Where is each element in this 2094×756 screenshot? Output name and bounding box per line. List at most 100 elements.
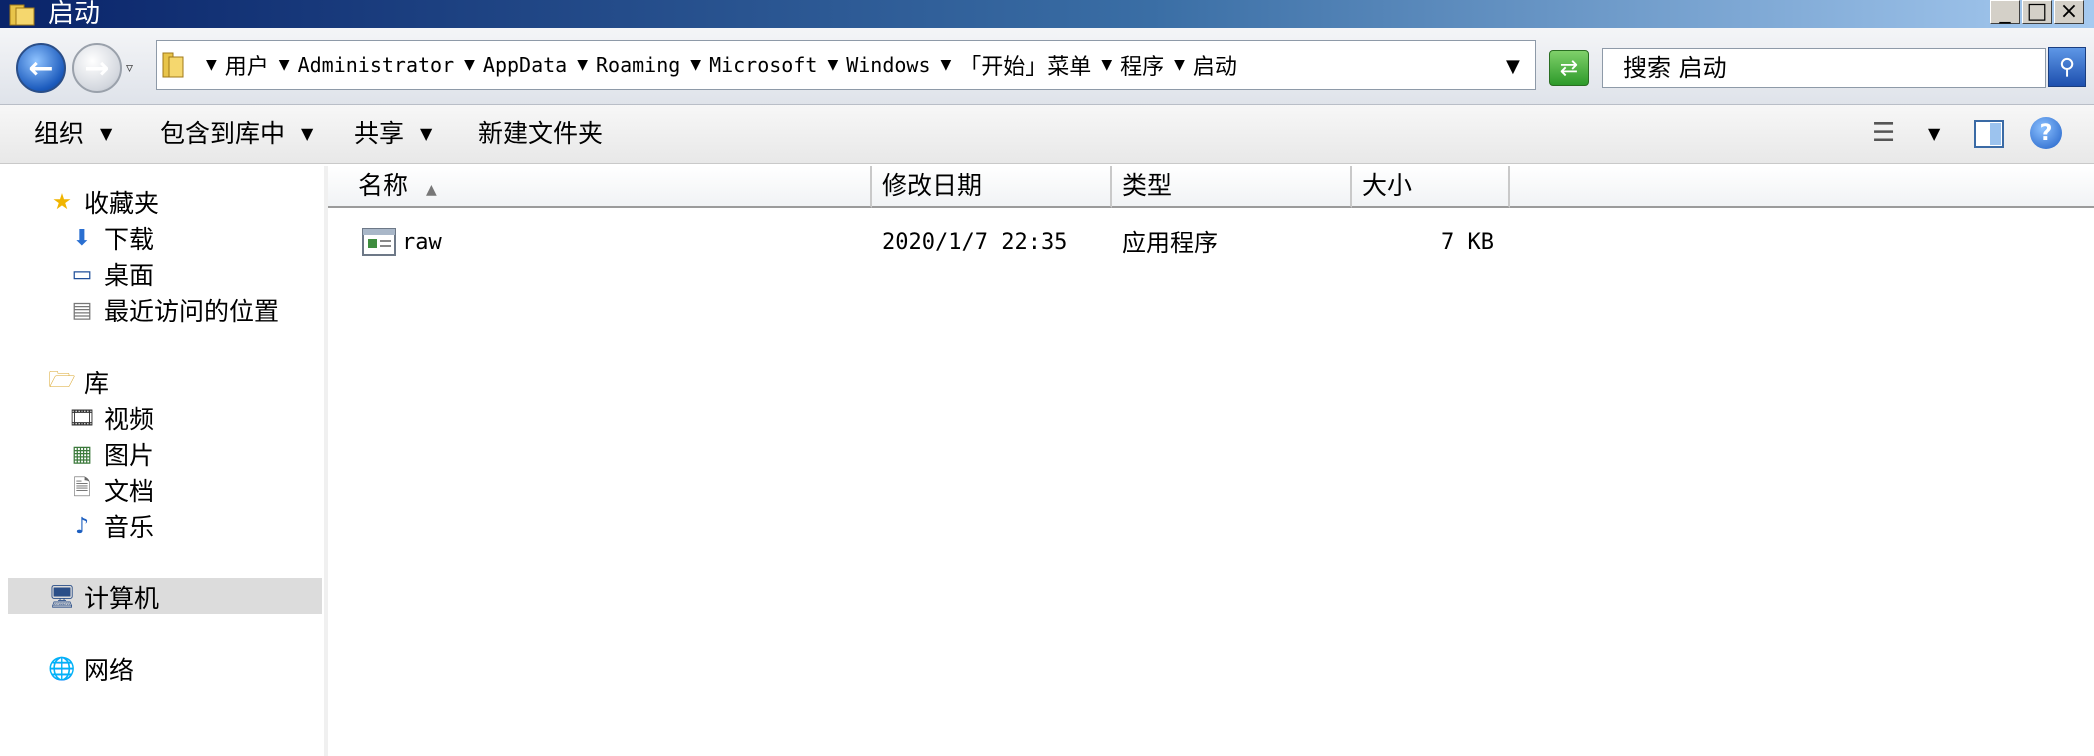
column-header-date[interactable]: 修改日期 bbox=[872, 166, 1112, 208]
nav-network[interactable]: 🌐 网络 bbox=[48, 652, 134, 686]
nav-libraries[interactable]: 🗁 库 bbox=[48, 365, 109, 399]
organize-label: 组织 bbox=[34, 119, 85, 148]
file-date: 2020/1/7 22:35 bbox=[882, 230, 1068, 255]
music-note-icon: ♪ bbox=[74, 513, 90, 539]
nav-network-label: 网络 bbox=[84, 656, 135, 685]
documents-icon: 🗎 bbox=[73, 476, 91, 501]
view-options-icon[interactable]: ☰ bbox=[1872, 118, 1895, 148]
nav-item-pictures[interactable]: ▦ 图片 bbox=[68, 437, 154, 471]
breadcrumb-separator[interactable]: ▼ bbox=[279, 57, 290, 73]
sort-ascending-icon: ▲ bbox=[425, 182, 437, 198]
breadcrumb-separator[interactable]: ▼ bbox=[941, 57, 952, 73]
folder-icon bbox=[162, 52, 184, 78]
breadcrumb-separator[interactable]: ▼ bbox=[827, 57, 838, 73]
nav-favorites-label: 收藏夹 bbox=[84, 189, 160, 218]
refresh-button[interactable]: ⇄ bbox=[1549, 50, 1589, 86]
recent-places-icon: ▤ bbox=[71, 297, 93, 323]
network-globe-icon: 🌐 bbox=[48, 656, 76, 682]
maximize-button[interactable]: □ bbox=[2022, 0, 2052, 24]
breadcrumb-item[interactable]: AppData bbox=[483, 53, 567, 77]
window-title: 启动 bbox=[48, 0, 101, 29]
library-folder-icon: 🗁 bbox=[48, 368, 76, 393]
column-header-type[interactable]: 类型 bbox=[1112, 166, 1352, 208]
pictures-icon: ▦ bbox=[71, 441, 93, 467]
share-label: 共享 bbox=[354, 119, 405, 148]
breadcrumb: ▼ 用户 ▼ Administrator ▼ AppData ▼ Roaming… bbox=[196, 48, 1237, 82]
help-icon: ? bbox=[2039, 120, 2053, 146]
command-bar bbox=[0, 105, 2094, 164]
breadcrumb-item[interactable]: 用户 bbox=[225, 49, 269, 81]
refresh-icon: ⇄ bbox=[1559, 55, 1579, 81]
column-header-name[interactable]: 名称 ▲ bbox=[328, 166, 872, 208]
nav-item-music[interactable]: ♪ 音乐 bbox=[68, 509, 154, 543]
nav-item-recent-places[interactable]: ▤ 最近访问的位置 bbox=[68, 293, 279, 327]
downloads-folder-icon: ⬇ bbox=[72, 225, 92, 251]
breadcrumb-separator[interactable]: ▼ bbox=[577, 57, 588, 73]
breadcrumb-item[interactable]: 程序 bbox=[1120, 49, 1164, 81]
breadcrumb-separator[interactable]: ▼ bbox=[1101, 57, 1112, 73]
file-type: 应用程序 bbox=[1122, 229, 1218, 257]
breadcrumb-separator[interactable]: ▼ bbox=[690, 57, 701, 73]
preview-pane-icon[interactable] bbox=[1974, 120, 2004, 148]
breadcrumb-item[interactable]: Windows bbox=[846, 53, 930, 77]
star-icon: ★ bbox=[52, 189, 72, 215]
column-header-size[interactable]: 大小 bbox=[1352, 166, 1510, 208]
nav-item-label: 下载 bbox=[104, 225, 155, 254]
breadcrumb-item[interactable]: Administrator bbox=[298, 53, 455, 77]
folder-icon bbox=[9, 4, 35, 26]
search-icon: ⚲ bbox=[2058, 54, 2076, 80]
help-button[interactable]: ? bbox=[2030, 117, 2062, 149]
title-bar bbox=[0, 0, 2094, 28]
breadcrumb-item[interactable]: 启动 bbox=[1193, 49, 1237, 81]
share-menu[interactable]: 共享 ▼ bbox=[354, 118, 432, 150]
chevron-down-icon: ▼ bbox=[420, 124, 433, 143]
include-in-library-label: 包含到库中 bbox=[160, 119, 286, 148]
nav-item-videos[interactable]: 🎞 视频 bbox=[68, 401, 154, 435]
nav-item-label: 视频 bbox=[104, 405, 155, 434]
breadcrumb-separator[interactable]: ▼ bbox=[464, 57, 475, 73]
nav-item-label: 最近访问的位置 bbox=[104, 297, 280, 326]
chevron-down-icon: ▼ bbox=[100, 124, 113, 143]
organize-menu[interactable]: 组织 ▼ bbox=[34, 118, 112, 150]
nav-item-label: 文档 bbox=[104, 477, 155, 506]
desktop-icon: ▭ bbox=[71, 261, 93, 287]
column-header-label: 类型 bbox=[1122, 171, 1173, 200]
recent-pages-dropdown[interactable]: ▿ bbox=[126, 60, 133, 76]
file-size: 7 KB bbox=[1441, 230, 1494, 255]
breadcrumb-item[interactable]: 「开始」菜单 bbox=[959, 49, 1091, 81]
column-header-label: 大小 bbox=[1362, 171, 1413, 200]
forward-button[interactable]: → bbox=[72, 43, 122, 93]
file-name[interactable]: raw bbox=[402, 226, 442, 260]
nav-item-documents[interactable]: 🗎 文档 bbox=[68, 473, 154, 507]
back-arrow-icon: ← bbox=[28, 50, 54, 86]
nav-item-desktop[interactable]: ▭ 桌面 bbox=[68, 257, 154, 291]
include-in-library-menu[interactable]: 包含到库中 ▼ bbox=[160, 118, 313, 150]
nav-item-label: 桌面 bbox=[104, 261, 155, 290]
column-header-label: 名称 bbox=[358, 171, 409, 200]
close-button[interactable]: × bbox=[2054, 0, 2084, 24]
new-folder-label: 新建文件夹 bbox=[478, 119, 604, 148]
search-button[interactable]: ⚲ bbox=[2048, 47, 2086, 87]
nav-favorites[interactable]: ★ 收藏夹 bbox=[48, 185, 159, 219]
breadcrumb-separator[interactable]: ▼ bbox=[1174, 57, 1185, 73]
nav-computer-label: 计算机 bbox=[84, 584, 160, 613]
minimize-button[interactable]: _ bbox=[1990, 0, 2020, 24]
nav-item-label: 图片 bbox=[104, 441, 155, 470]
computer-icon: 🖥 bbox=[48, 584, 76, 610]
nav-computer[interactable]: 🖥 计算机 bbox=[48, 580, 159, 614]
view-dropdown-chevron-icon[interactable]: ▼ bbox=[1928, 124, 1940, 143]
video-icon: 🎞 bbox=[68, 405, 96, 431]
breadcrumb-separator[interactable]: ▼ bbox=[206, 57, 217, 73]
nav-item-downloads[interactable]: ⬇ 下载 bbox=[68, 221, 154, 255]
column-header-empty bbox=[1510, 166, 2094, 208]
chevron-down-icon: ▼ bbox=[301, 124, 314, 143]
nav-libraries-label: 库 bbox=[84, 369, 110, 398]
search-input[interactable]: 搜索 启动 bbox=[1602, 48, 2046, 88]
breadcrumb-item[interactable]: Microsoft bbox=[709, 53, 817, 77]
new-folder-button[interactable]: 新建文件夹 bbox=[478, 118, 603, 150]
breadcrumb-item[interactable]: Roaming bbox=[596, 53, 680, 77]
column-header-label: 修改日期 bbox=[882, 171, 983, 200]
address-dropdown-button[interactable]: ▼ bbox=[1506, 56, 1520, 77]
back-button[interactable]: ← bbox=[16, 43, 66, 93]
forward-arrow-icon: → bbox=[84, 50, 110, 86]
